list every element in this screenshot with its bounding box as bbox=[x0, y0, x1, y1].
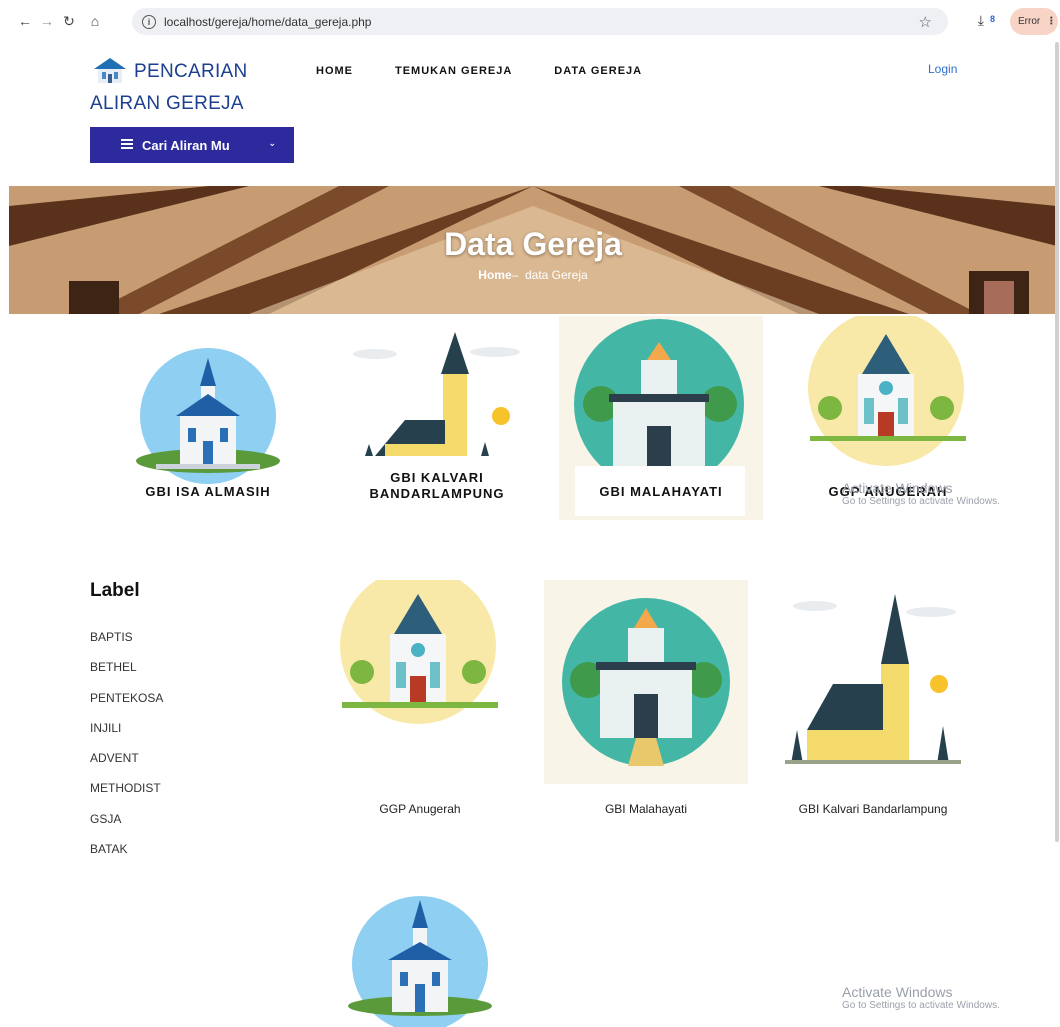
sidebar-item-bethel[interactable]: BETHEL bbox=[90, 652, 163, 682]
cari-aliran-label: Cari Aliran Mu bbox=[142, 137, 230, 153]
watermark-title-1: Activate Windows bbox=[842, 480, 953, 496]
featured-card-3-label: GBI MALAHAYATI bbox=[599, 484, 723, 499]
nav-temukan-gereja[interactable]: TEMUKAN GEREJA bbox=[395, 65, 512, 77]
sidebar-item-batak[interactable]: BATAK bbox=[90, 834, 163, 864]
result-card-1[interactable]: GGP Anugerah bbox=[318, 568, 522, 816]
church-illustration-yellow bbox=[785, 594, 961, 764]
sidebar-item-injili[interactable]: INJILI bbox=[90, 713, 163, 743]
result-card-1-name: GGP Anugerah bbox=[379, 802, 461, 816]
watermark-sub-1: Go to Settings to activate Windows. bbox=[842, 496, 1000, 507]
result-card-2[interactable]: GBI Malahayati bbox=[544, 580, 748, 816]
featured-card-1-label: GBI ISA ALMASIH bbox=[145, 484, 271, 499]
result-card-3[interactable]: GBI Kalvari Bandarlampung bbox=[771, 580, 975, 816]
bookmark-star-icon[interactable]: ☆ bbox=[919, 13, 932, 31]
result-card-4[interactable] bbox=[318, 884, 522, 1027]
site-header: PENCARIAN ALIRAN GEREJA HOME TEMUKAN GER… bbox=[0, 42, 1060, 187]
download-icon[interactable]: ⤓ bbox=[978, 12, 984, 29]
address-bar[interactable]: i localhost/gereja/home/data_gereja.php … bbox=[132, 8, 948, 35]
extension-icon[interactable]: 8 bbox=[990, 14, 1002, 28]
sidebar-item-baptis[interactable]: BAPTIS bbox=[90, 622, 163, 652]
church-illustration-green bbox=[562, 598, 730, 766]
church-illustration-blue bbox=[348, 896, 492, 1027]
site-logo-title[interactable]: PENCARIAN ALIRAN GEREJA bbox=[90, 56, 310, 120]
chevron-down-icon: ⌄ bbox=[268, 138, 276, 148]
sidebar-label-list: BAPTIS BETHEL PENTEKOSA INJILI ADVENT ME… bbox=[90, 622, 163, 864]
sidebar-title: Label bbox=[90, 580, 140, 601]
back-icon[interactable]: ← bbox=[14, 10, 36, 32]
breadcrumb-current: data Gereja bbox=[524, 268, 588, 282]
browser-toolbar: ← → ↻ ⌂ i localhost/gereja/home/data_ger… bbox=[0, 0, 1060, 42]
featured-card-1[interactable]: GBI ISA ALMASIH bbox=[106, 316, 310, 520]
featured-card-2-label: GBI KALVARI BANDARLAMPUNG bbox=[369, 470, 505, 501]
sidebar-item-methodist[interactable]: METHODIST bbox=[90, 773, 163, 803]
church-illustration-sun bbox=[340, 568, 498, 724]
error-label: Error bbox=[1018, 16, 1041, 27]
activate-windows-watermark-2: Activate Windows Go to Settings to activ… bbox=[842, 984, 1000, 1011]
forward-icon[interactable]: → bbox=[36, 10, 58, 32]
result-card-2-name: GBI Malahayati bbox=[604, 802, 688, 816]
cari-aliran-dropdown[interactable]: Cari Aliran Mu ⌄ bbox=[90, 127, 294, 163]
watermark-sub-2: Go to Settings to activate Windows. bbox=[842, 1000, 1000, 1011]
nav-data-gereja[interactable]: DATA GEREJA bbox=[554, 65, 642, 77]
breadcrumb-separator: – bbox=[511, 268, 519, 282]
sidebar-item-advent[interactable]: ADVENT bbox=[90, 743, 163, 773]
sidebar-item-gsja[interactable]: GSJA bbox=[90, 804, 163, 834]
page-title: Data Gereja bbox=[444, 226, 622, 262]
url-text: localhost/gereja/home/data_gereja.php bbox=[164, 14, 372, 29]
error-button[interactable]: Error ⋮ bbox=[1010, 8, 1058, 35]
menu-dots-icon: ⋮ bbox=[1046, 16, 1057, 27]
featured-card-3[interactable]: GBI MALAHAYATI bbox=[559, 316, 763, 520]
hero-banner: Data Gereja Home– data Gereja bbox=[9, 186, 1057, 314]
featured-card-2[interactable]: GBI KALVARI BANDARLAMPUNG bbox=[335, 316, 539, 520]
nav-home[interactable]: HOME bbox=[316, 65, 353, 77]
site-info-icon[interactable]: i bbox=[142, 14, 156, 29]
sidebar-item-pentekosa[interactable]: PENTEKOSA bbox=[90, 683, 163, 713]
page-scrollbar[interactable] bbox=[1055, 42, 1059, 842]
login-link[interactable]: Login bbox=[928, 62, 957, 76]
activate-windows-watermark-1: Activate Windows Go to Settings to activ… bbox=[842, 480, 1000, 507]
watermark-title-2: Activate Windows bbox=[842, 984, 953, 1000]
reload-icon[interactable]: ↻ bbox=[58, 10, 80, 32]
breadcrumb-home[interactable]: Home bbox=[478, 268, 511, 282]
result-card-3-name: GBI Kalvari Bandarlampung bbox=[798, 802, 948, 816]
home-icon[interactable]: ⌂ bbox=[84, 10, 106, 32]
main-nav: HOME TEMUKAN GEREJA DATA GEREJA bbox=[316, 65, 642, 77]
breadcrumb: Home– data Gereja bbox=[9, 268, 1057, 282]
hamburger-icon bbox=[121, 139, 133, 149]
